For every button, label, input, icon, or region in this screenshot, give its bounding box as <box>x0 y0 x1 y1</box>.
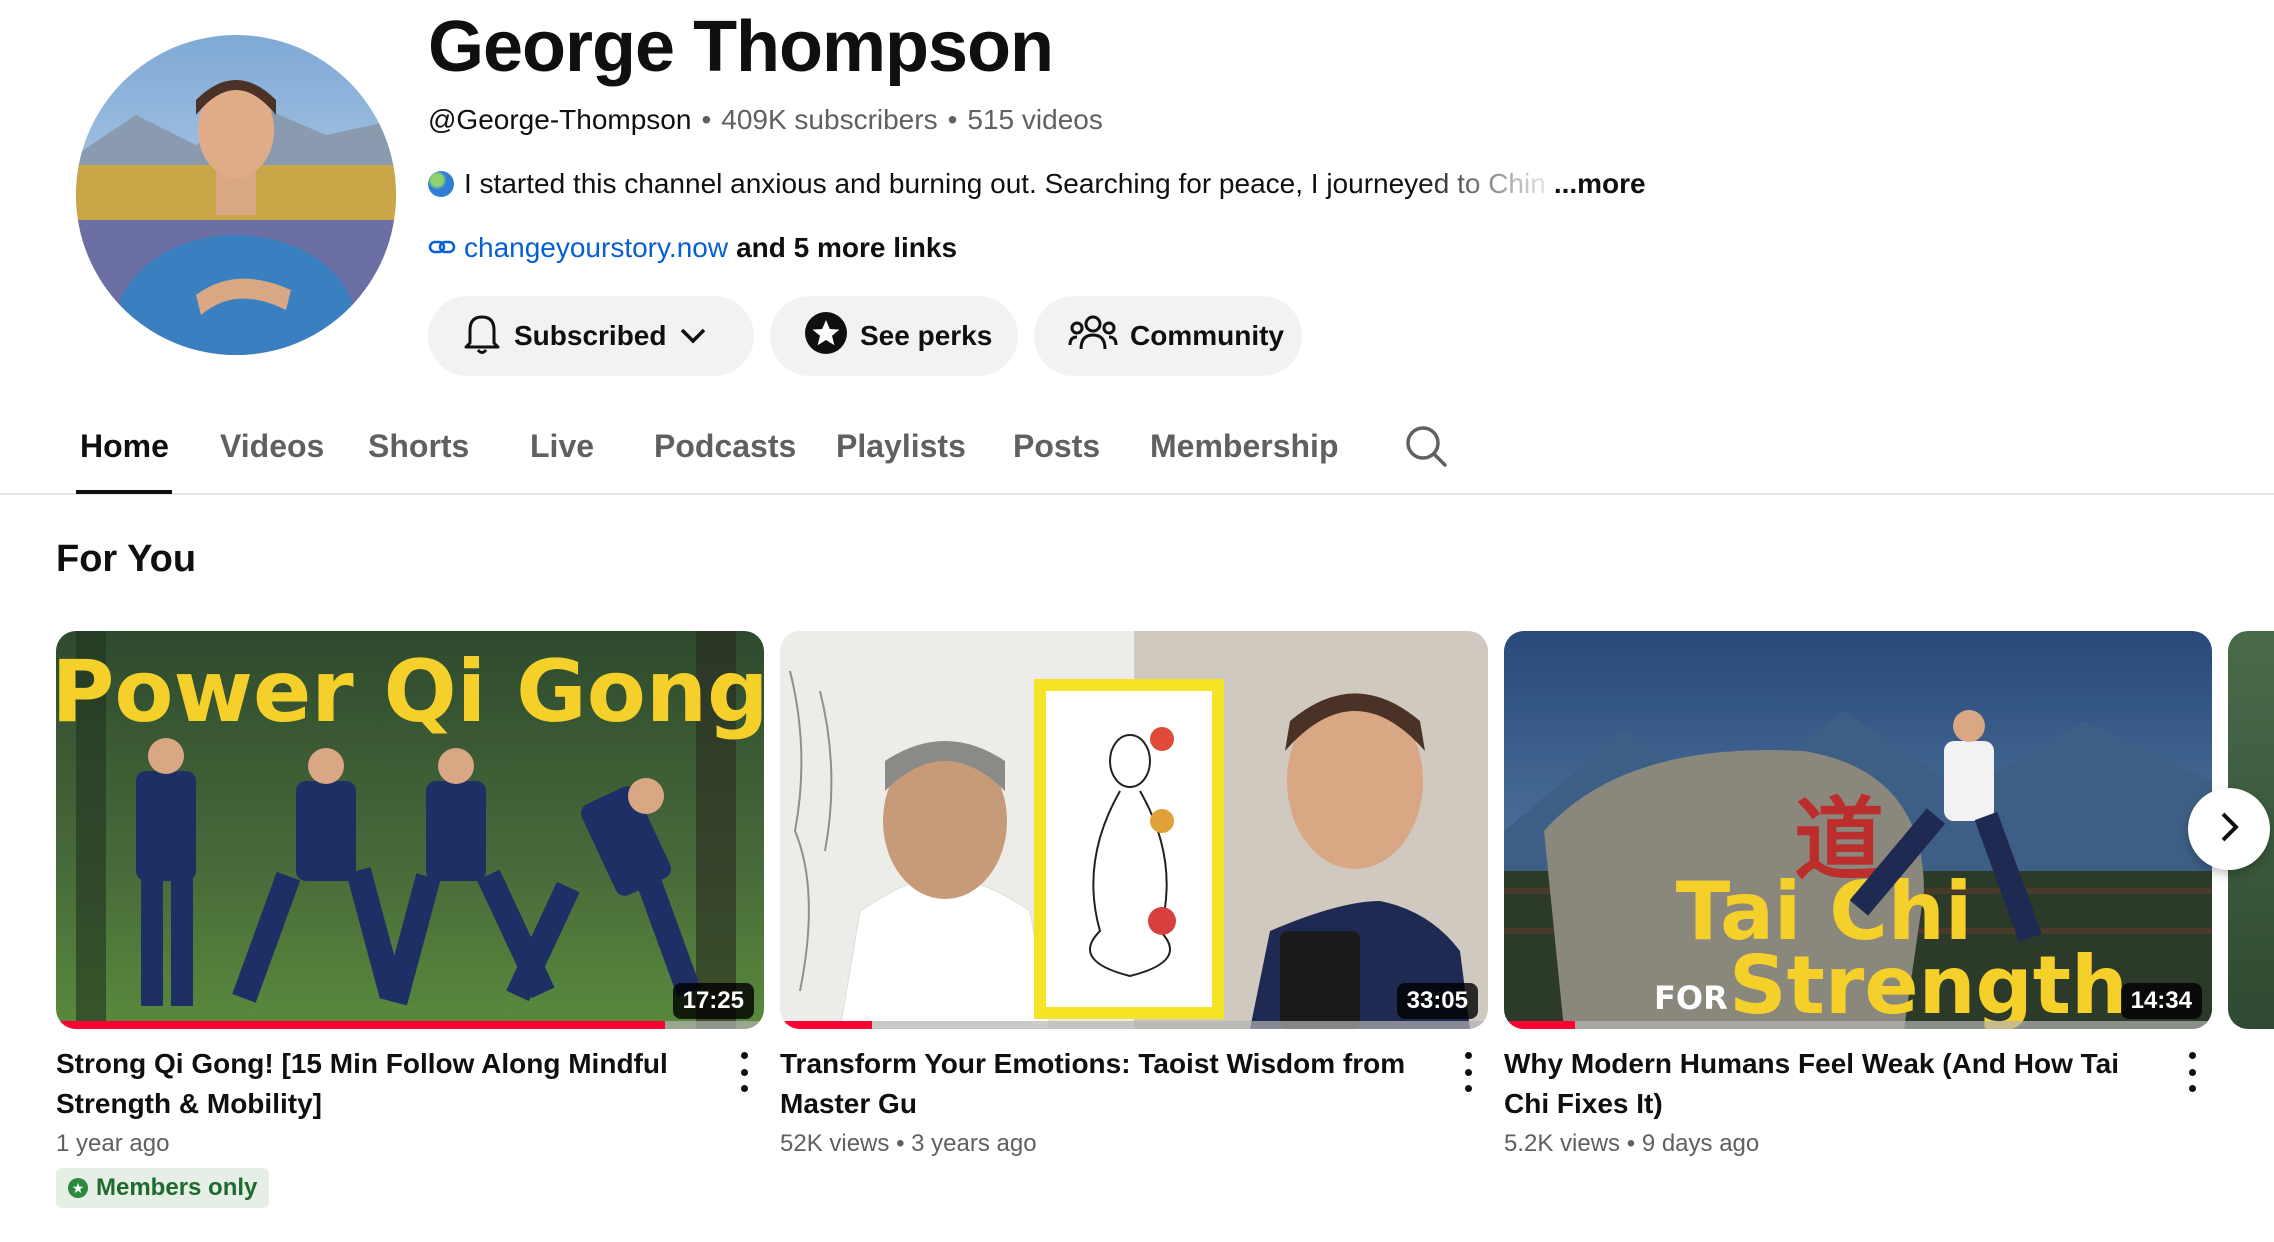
see-perks-button[interactable]: See perks <box>770 296 1018 376</box>
video-meta: 5.2K views • 9 days ago <box>1504 1130 1759 1158</box>
more-options-icon[interactable] <box>1454 1052 1482 1092</box>
video-title[interactable]: Why Modern Humans Feel Weak (And How Tai… <box>1504 1044 2144 1124</box>
channel-description[interactable]: I started this channel anxious and burni… <box>428 168 1646 200</box>
video-duration: 14:34 <box>2120 983 2202 1019</box>
more-options-icon[interactable] <box>2178 1052 2206 1092</box>
channel-name: George Thompson <box>428 7 1054 87</box>
tab-videos[interactable]: Videos <box>220 428 324 465</box>
people-icon <box>1068 313 1118 360</box>
video-thumbnail[interactable]: Power Qi Gong 17:25 <box>56 631 764 1029</box>
tab-playlists[interactable]: Playlists <box>836 428 966 465</box>
progress-track <box>780 1021 1488 1029</box>
tabs-divider <box>0 493 2274 495</box>
separator-dot: • <box>701 104 712 135</box>
view-count: 52K views <box>780 1130 890 1157</box>
video-thumbnail[interactable]: 道 Tai Chi FOR Strength 14:34 <box>1504 631 2212 1029</box>
video-thumbnail[interactable]: 33:05 <box>780 631 1488 1029</box>
active-tab-indicator <box>76 490 172 494</box>
subscribed-label: Subscribed <box>514 320 667 351</box>
video-title[interactable]: Strong Qi Gong! [15 Min Follow Along Min… <box>56 1044 696 1124</box>
video-title[interactable]: Transform Your Emotions: Taoist Wisdom f… <box>780 1044 1420 1124</box>
section-title: For You <box>56 538 197 580</box>
bell-icon <box>462 311 502 362</box>
separator-dot: • <box>947 104 958 135</box>
subscribed-button[interactable]: Subscribed <box>428 296 754 376</box>
channel-meta: @George-Thompson • 409K subscribers • 51… <box>428 104 1103 136</box>
tab-home[interactable]: Home <box>80 428 169 465</box>
thumbnail-for-text: FOR <box>1654 979 1728 1017</box>
progress-track <box>1504 1021 2212 1029</box>
tab-podcasts[interactable]: Podcasts <box>654 428 796 465</box>
community-label: Community <box>1130 320 1284 351</box>
more-links[interactable]: and 5 more links <box>736 232 957 264</box>
globe-icon <box>428 171 454 197</box>
carousel-next-button[interactable] <box>2188 788 2270 870</box>
upload-age: 3 years ago <box>911 1130 1037 1157</box>
tab-posts[interactable]: Posts <box>1013 428 1100 465</box>
watch-progress <box>1504 1021 1575 1029</box>
tab-membership[interactable]: Membership <box>1150 428 1338 465</box>
separator-dot: • <box>896 1130 912 1157</box>
chevron-right-icon <box>2214 809 2244 850</box>
upload-age: 9 days ago <box>1641 1130 1760 1157</box>
subscriber-count: 409K subscribers <box>721 104 938 135</box>
video-meta: 1 year ago <box>56 1130 170 1157</box>
channel-avatar[interactable] <box>76 35 396 355</box>
video-duration: 33:05 <box>1396 983 1478 1019</box>
thumbnail-subtitle-text: Strength <box>1729 939 2128 1029</box>
view-count: 5.2K views <box>1504 1130 1621 1157</box>
thumbnail-title-text: Power Qi Gong <box>56 642 764 742</box>
more-link[interactable]: ...more <box>1554 168 1646 200</box>
member-star-icon: ★ <box>68 1178 88 1198</box>
video-meta: 52K views • 3 years ago <box>780 1130 1037 1158</box>
channel-handle: @George-Thompson <box>428 104 692 135</box>
watch-progress <box>56 1021 665 1029</box>
tab-live[interactable]: Live <box>530 428 594 465</box>
see-perks-label: See perks <box>860 320 993 351</box>
chevron-down-icon <box>678 320 708 352</box>
community-button[interactable]: Community <box>1034 296 1302 376</box>
separator-dot: • <box>1626 1130 1642 1157</box>
more-options-icon[interactable] <box>730 1052 758 1092</box>
tab-shorts[interactable]: Shorts <box>368 428 469 465</box>
channel-links[interactable]: changeyourstory.now and 5 more links <box>428 232 957 264</box>
badge-label: Members only <box>96 1174 258 1201</box>
link-icon <box>428 232 456 264</box>
watch-progress <box>780 1021 873 1029</box>
description-text: I started this channel anxious and burni… <box>464 168 1546 199</box>
video-count: 515 videos <box>967 104 1103 135</box>
members-only-badge: ★ Members only <box>56 1168 270 1208</box>
channel-link-url[interactable]: changeyourstory.now <box>464 232 728 264</box>
star-badge-icon <box>804 311 848 362</box>
video-duration: 17:25 <box>672 983 754 1019</box>
search-icon[interactable] <box>1404 424 1448 473</box>
